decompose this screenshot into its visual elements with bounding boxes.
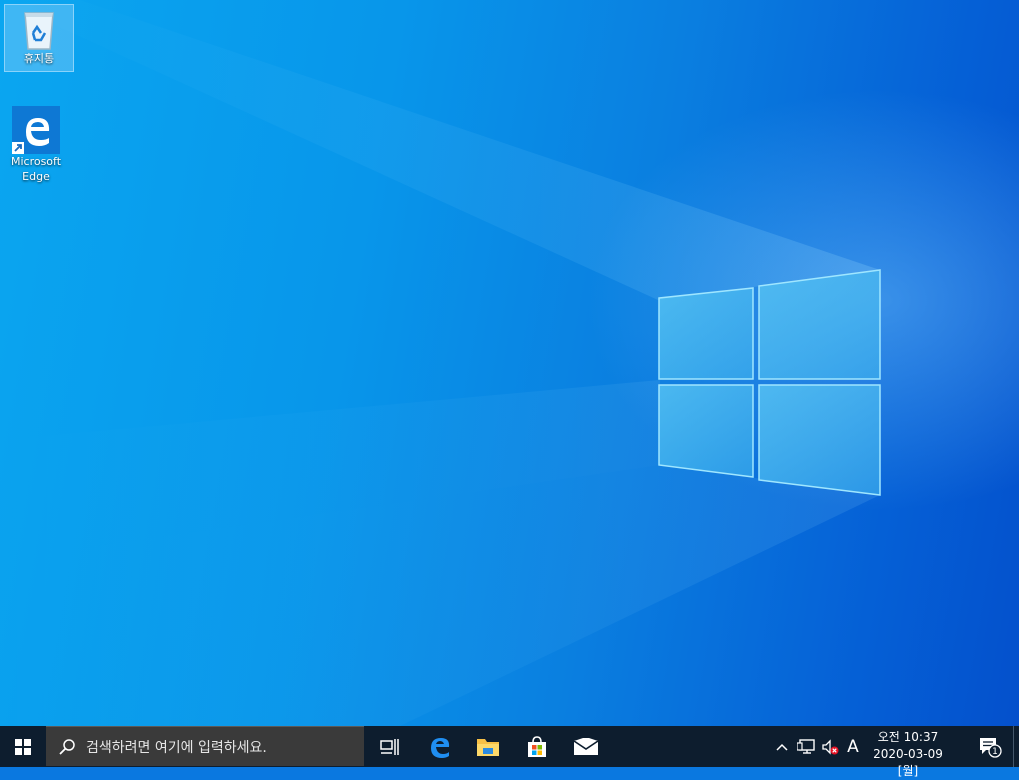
edge-icon (12, 106, 60, 154)
volume-button[interactable] (819, 726, 841, 767)
show-desktop-button[interactable] (1013, 726, 1019, 767)
microsoft-store-button[interactable] (513, 726, 561, 767)
task-view-icon (380, 738, 399, 755)
search-input[interactable]: 검색하려면 여기에 입력하세요. (46, 726, 364, 766)
file-explorer-icon (477, 738, 499, 756)
search-placeholder: 검색하려면 여기에 입력하세요. (86, 739, 267, 756)
start-button[interactable] (0, 726, 46, 767)
volume-muted-icon (822, 738, 839, 755)
network-button[interactable] (795, 726, 817, 767)
clock-date: 2020-03-09 [월] (873, 747, 943, 778)
input-indicator[interactable]: A (843, 726, 863, 767)
edge-label-line1: Microsoft (10, 155, 62, 168)
network-icon (797, 738, 815, 754)
desktop-background[interactable]: 휴지통 Microsoft Edge (0, 0, 1019, 726)
recycle-bin-shortcut[interactable]: 휴지통 (4, 4, 74, 72)
recycle-bin-icon (24, 12, 54, 50)
mail-icon (573, 737, 599, 755)
chevron-up-icon (776, 743, 788, 751)
clock[interactable]: 오전 10:37 2020-03-09 [월] (864, 726, 952, 778)
search-icon (59, 738, 75, 755)
input-indicator-label: A (847, 736, 859, 757)
store-icon (528, 735, 546, 757)
task-view-button[interactable] (366, 726, 414, 767)
action-center-button[interactable]: 1 (972, 726, 1008, 767)
recycle-bin-label: 휴지통 (23, 52, 55, 65)
clock-time: 오전 10:37 (877, 730, 939, 744)
taskbar: 검색하려면 여기에 입력하세요. A 오전 10:37 2020-03-09 [… (0, 726, 1019, 778)
microsoft-edge-shortcut[interactable]: Microsoft Edge (3, 104, 69, 184)
edge-label-line2: Edge (22, 170, 50, 183)
windows-logo-icon (15, 738, 31, 755)
mail-button[interactable] (562, 726, 610, 767)
taskbar-edge-button[interactable] (416, 726, 464, 767)
notification-count: 1 (992, 747, 998, 757)
windows-logo-wallpaper (0, 0, 881, 726)
notification-icon: 1 (980, 737, 1002, 758)
edge-icon (431, 737, 450, 758)
show-hidden-icons-button[interactable] (772, 726, 792, 767)
file-explorer-button[interactable] (464, 726, 512, 767)
